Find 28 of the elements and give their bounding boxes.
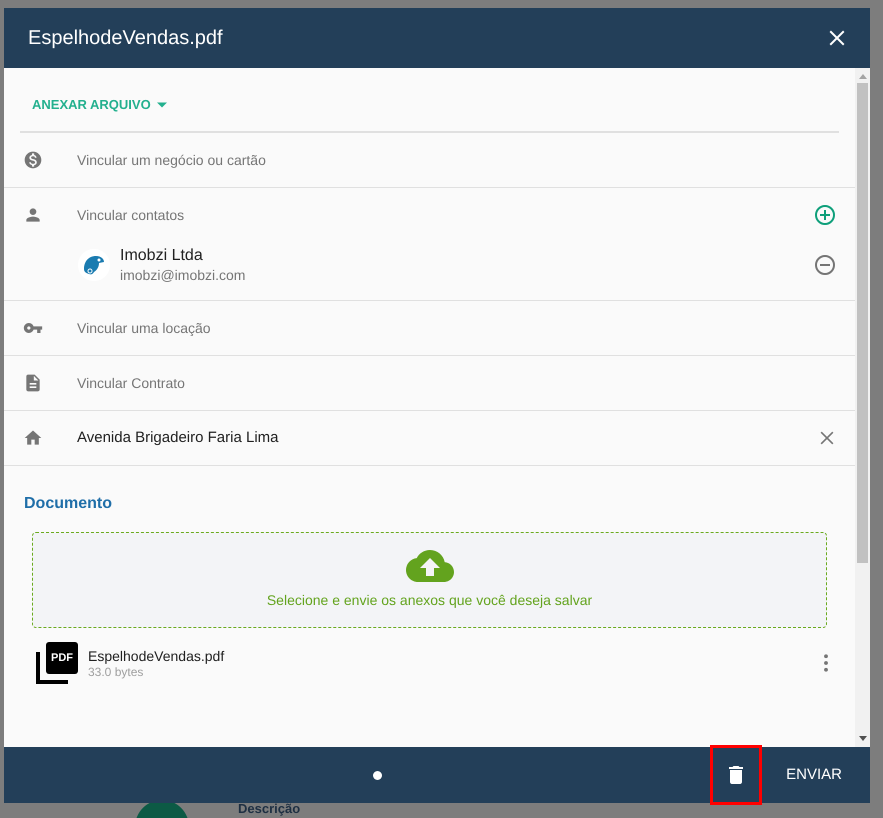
scroll-up-icon[interactable] (858, 74, 866, 79)
background-label: Descrição (238, 801, 300, 816)
caret-icon (156, 102, 167, 108)
close-icon[interactable] (828, 29, 846, 47)
link-field-label[interactable]: Vincular contatos (77, 204, 813, 226)
more-icon[interactable] (823, 654, 829, 672)
scroll-down-icon[interactable] (858, 736, 866, 741)
remove-icon[interactable] (813, 253, 837, 277)
contact-email: imobzi@imobzi.com (120, 266, 246, 284)
upload-dropzone[interactable]: Selecione e envie os anexos que você deseja salvar (32, 532, 827, 628)
page-dot-icon (372, 770, 382, 780)
add-icon[interactable] (813, 203, 837, 227)
dropzone-text: Selecione e envie os anexos que você deseja salvar (266, 590, 592, 610)
link-field-label[interactable]: Vincular uma locação (77, 318, 837, 338)
dollar-icon (23, 150, 43, 170)
file-name: EspelhodeVendas.pdf (88, 647, 226, 665)
pdf-badge-text: PDF (51, 650, 73, 666)
dialog-title: EspelhodeVendas.pdf (28, 26, 224, 51)
send-button[interactable]: ENVIAR (776, 756, 852, 794)
attach-file-menu[interactable]: ANEXAR ARQUIVO (32, 94, 167, 114)
contact-name: Imobzi Ltda (120, 246, 204, 266)
cloud-upload-icon (406, 550, 454, 582)
link-field-label[interactable]: Vincular um negócio ou cartão (77, 150, 837, 170)
section-heading: Documento (24, 494, 113, 514)
link-field-label[interactable]: Avenida Brigadeiro Faria Lima (77, 426, 817, 450)
file-size: 33.0 bytes (88, 665, 144, 679)
link-field-label[interactable]: Vincular Contrato (77, 372, 837, 394)
trash-icon[interactable] (729, 766, 744, 784)
